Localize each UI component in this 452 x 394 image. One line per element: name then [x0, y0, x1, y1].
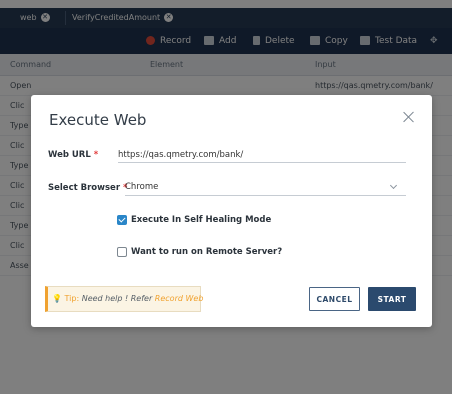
browser-select[interactable]: Chrome — [125, 180, 406, 196]
execute-web-dialog: Execute Web Web URL* Select Browser* Chr… — [31, 95, 432, 327]
required-marker: * — [93, 150, 99, 160]
tip-label: Tip: — [64, 294, 80, 303]
web-url-label: Web URL * — [48, 150, 98, 160]
dialog-title: Execute Web — [49, 111, 147, 129]
chevron-down-icon — [389, 181, 398, 190]
tip-banner: 💡 Tip: Need help ! Refer Record Web — [45, 286, 204, 312]
record-web-link[interactable]: Record Web — [155, 294, 204, 303]
remote-server-label: Want to run on Remote Server? — [131, 247, 283, 257]
self-healing-label: Execute In Self Healing Mode — [131, 215, 272, 225]
start-button[interactable]: START — [368, 287, 416, 311]
browser-select-value: Chrome — [125, 182, 159, 192]
lightbulb-icon: 💡 — [52, 294, 62, 303]
remote-server-checkbox[interactable] — [117, 247, 127, 257]
select-browser-label-text: Select Browser — [48, 183, 121, 193]
web-url-label-text: Web URL — [48, 150, 91, 160]
select-browser-label: Select Browser * — [48, 183, 127, 193]
self-healing-checkbox[interactable] — [117, 215, 127, 225]
web-url-input[interactable] — [118, 147, 406, 163]
close-icon[interactable] — [402, 110, 416, 124]
tip-text: Need help ! Refer — [81, 294, 153, 303]
cancel-button[interactable]: CANCEL — [309, 287, 360, 311]
